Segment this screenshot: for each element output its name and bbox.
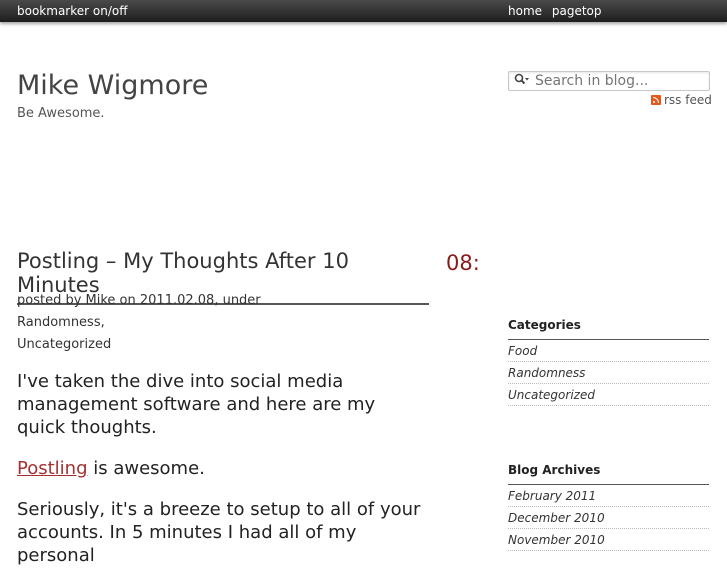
search-icon — [514, 73, 529, 85]
search-input[interactable] — [535, 73, 705, 89]
post-text: is awesome. — [87, 458, 205, 479]
post-paragraph: Seriously, it's a breeze to setup to all… — [17, 499, 421, 566]
site-tagline: Be Awesome. — [17, 106, 105, 121]
top-toolbar: bookmarker on/off home pagetop — [0, 0, 727, 22]
search-box[interactable] — [508, 71, 710, 91]
category-item[interactable]: Food — [508, 340, 709, 362]
post-date: 08: — [446, 251, 480, 275]
rss-feed-link[interactable]: rss feed — [651, 93, 712, 107]
postling-link[interactable]: Postling — [17, 458, 88, 479]
top-links: home pagetop — [508, 4, 608, 18]
archives-list: February 2011 December 2010 November 201… — [508, 485, 709, 551]
post-body: I've taken the dive into social media ma… — [17, 370, 427, 585]
archives-widget: Blog Archives February 2011 December 201… — [508, 463, 709, 551]
archives-title: Blog Archives — [508, 463, 709, 485]
post-paragraph: I've taken the dive into social media ma… — [17, 371, 376, 438]
bookmarker-toggle[interactable]: bookmarker on/off — [17, 4, 127, 18]
post-meta-line: posted by Mike on 2011.02.08, under Rand… — [17, 293, 261, 330]
categories-title: Categories — [508, 318, 709, 340]
category-item[interactable]: Uncategorized — [508, 384, 709, 406]
home-link[interactable]: home — [508, 4, 542, 18]
post-paragraph: Postling is awesome. — [17, 457, 427, 480]
archive-item[interactable]: November 2010 — [508, 529, 709, 551]
archive-item[interactable]: February 2011 — [508, 485, 709, 507]
categories-widget: Categories Food Randomness Uncategorized — [508, 318, 709, 406]
post-meta: posted by Mike on 2011.02.08, under Rand… — [17, 290, 352, 356]
rss-icon — [651, 95, 661, 105]
site-title[interactable]: Mike Wigmore — [17, 70, 208, 101]
rss-feed-label: rss feed — [664, 93, 712, 107]
archive-item[interactable]: December 2010 — [508, 507, 709, 529]
category-item[interactable]: Randomness — [508, 362, 709, 384]
post-meta-category[interactable]: Uncategorized — [17, 334, 352, 356]
pagetop-link[interactable]: pagetop — [552, 4, 602, 18]
categories-list: Food Randomness Uncategorized — [508, 340, 709, 406]
